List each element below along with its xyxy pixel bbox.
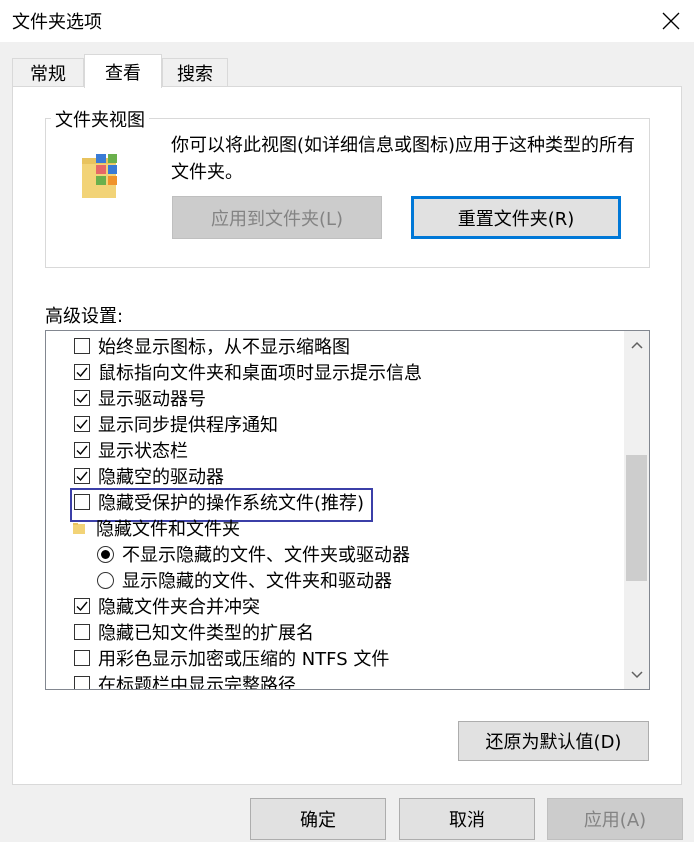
checkbox[interactable] [74, 624, 90, 640]
apply-to-folders-button[interactable]: 应用到文件夹(L) [172, 196, 382, 239]
setting-show-full-path[interactable]: 在标题栏中显示完整路径 [74, 671, 296, 689]
radio-dot [101, 549, 110, 559]
setting-show-sync-notifications[interactable]: 显示同步提供程序通知 [74, 411, 278, 437]
checkmark-icon [76, 471, 88, 482]
checkbox[interactable] [74, 416, 90, 432]
folder-views-icon [82, 154, 117, 198]
setting-show-drive-letters[interactable]: 显示驱动器号 [74, 385, 206, 411]
checkmark-icon [76, 601, 88, 612]
setting-hide-extensions[interactable]: 隐藏已知文件类型的扩展名 [74, 619, 314, 645]
vertical-scrollbar[interactable] [624, 331, 649, 689]
checkbox[interactable] [74, 676, 90, 689]
radio-show-hidden[interactable]: 显示隐藏的文件、文件夹和驱动器 [97, 567, 392, 593]
radio-button[interactable] [97, 545, 114, 563]
apply-button[interactable]: 应用(A) [547, 798, 683, 840]
folder-views-description: 你可以将此视图(如详细信息或图标)应用于这种类型的所有文件夹。 [171, 135, 636, 183]
checkbox[interactable] [74, 598, 90, 614]
folder-icon [73, 523, 85, 534]
tab-general[interactable]: 常规 [12, 58, 84, 86]
checkbox[interactable] [74, 650, 90, 666]
cancel-button[interactable]: 取消 [399, 798, 535, 840]
checkbox[interactable] [74, 364, 90, 380]
setting-hide-merge-conflicts[interactable]: 隐藏文件夹合并冲突 [74, 593, 260, 619]
setting-hide-protected-os-files[interactable]: 隐藏受保护的操作系统文件(推荐) [74, 489, 364, 515]
checkbox[interactable] [74, 468, 90, 484]
radio-button[interactable] [97, 571, 114, 589]
setting-show-tooltips[interactable]: 鼠标指向文件夹和桌面项时显示提示信息 [74, 359, 422, 385]
setting-always-show-icons[interactable]: 始终显示图标，从不显示缩略图 [74, 333, 350, 359]
tab-view[interactable]: 查看 [84, 54, 162, 88]
setting-show-status-bar[interactable]: 显示状态栏 [74, 437, 188, 463]
setting-color-ntfs-files[interactable]: 用彩色显示加密或压缩的 NTFS 文件 [74, 645, 389, 671]
scroll-up-button[interactable] [624, 333, 649, 359]
checkbox[interactable] [74, 494, 90, 510]
tab-search[interactable]: 搜索 [162, 58, 228, 86]
scroll-down-button[interactable] [624, 661, 649, 687]
reset-folders-button[interactable]: 重置文件夹(R) [411, 196, 621, 239]
checkmark-icon [76, 419, 88, 430]
checkbox[interactable] [74, 338, 90, 354]
checkbox[interactable] [74, 442, 90, 458]
title-bar: 文件夹选项 [0, 0, 694, 42]
setting-hide-empty-drives[interactable]: 隐藏空的驱动器 [74, 463, 224, 489]
window-title: 文件夹选项 [12, 12, 102, 33]
close-button[interactable] [648, 0, 694, 42]
checkmark-icon [76, 393, 88, 404]
ok-button[interactable]: 确定 [250, 798, 386, 840]
advanced-settings-label: 高级设置: [45, 306, 124, 327]
close-icon [662, 12, 680, 30]
chevron-down-icon [630, 671, 643, 679]
advanced-settings-list[interactable]: 始终显示图标，从不显示缩略图 鼠标指向文件夹和桌面项时显示提示信息 显示驱动器号… [45, 330, 650, 690]
chevron-up-icon [630, 341, 643, 349]
restore-defaults-button[interactable]: 还原为默认值(D) [458, 721, 649, 761]
setting-group-hidden-files: 隐藏文件和文件夹 [73, 515, 240, 541]
checkmark-icon [76, 445, 88, 456]
radio-dont-show-hidden[interactable]: 不显示隐藏的文件、文件夹或驱动器 [97, 541, 410, 567]
folder-views-legend: 文件夹视图 [51, 106, 149, 132]
scroll-thumb[interactable] [626, 455, 647, 581]
checkbox[interactable] [74, 390, 90, 406]
checkmark-icon [76, 367, 88, 378]
